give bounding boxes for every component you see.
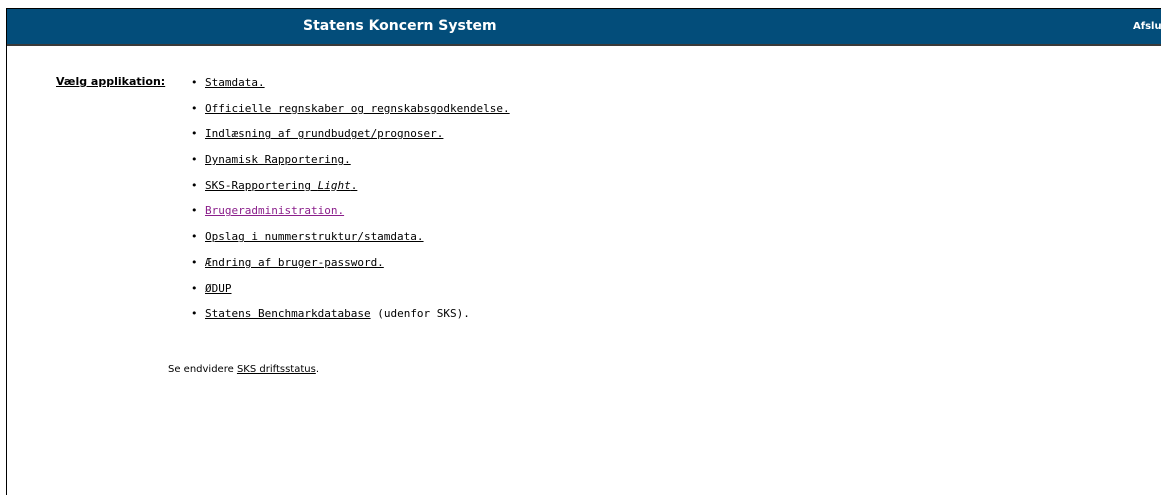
bullet-icon: • [191, 101, 198, 115]
app-link-officielle-regnskaber[interactable]: Officielle regnskaber og regnskabsgodken… [205, 102, 510, 115]
see-also-prefix: Se endvidere [168, 364, 237, 375]
bullet-icon: • [191, 281, 198, 295]
see-also-line: Se endvidere SKS driftsstatus. [168, 364, 319, 375]
list-item: • Ændring af bruger-password. [191, 256, 510, 282]
bullet-icon: • [191, 76, 198, 89]
app-title: Statens Koncern System [303, 18, 497, 34]
page-frame: Statens Koncern System Afslut [6, 8, 1161, 495]
choose-application-label: Vælg applikation: [56, 75, 166, 88]
exit-link[interactable]: Afslut [1133, 21, 1161, 32]
list-item: • Statens Benchmarkdatabase (udenfor SKS)… [191, 307, 510, 333]
bullet-icon: • [191, 307, 198, 321]
see-also-suffix: . [315, 364, 319, 375]
app-link-label: SKS-Rapportering [205, 178, 318, 192]
app-link-aendring-password[interactable]: Ændring af bruger-password. [205, 256, 384, 269]
app-link-sks-rapportering-light[interactable]: SKS-Rapportering Light. [205, 179, 357, 192]
app-link-opslag-nummerstruktur[interactable]: Opslag i nummerstruktur/stamdata. [205, 230, 424, 243]
app-link-odup[interactable]: ØDUP [205, 282, 232, 295]
list-item: • Stamdata. [191, 76, 510, 102]
app-link-label-end: . [350, 178, 358, 192]
app-link-indlaesning[interactable]: Indlæsning af grundbudget/prognoser. [205, 127, 443, 140]
list-item: • Indlæsning af grundbudget/prognoser. [191, 127, 510, 153]
app-link-brugeradministration[interactable]: Brugeradministration. [205, 204, 344, 217]
application-list: • Stamdata. • Officielle regnskaber og reg… [191, 76, 510, 333]
bullet-icon: • [191, 255, 198, 269]
app-link-label-italic: Light [317, 178, 351, 192]
list-item: • Dynamisk Rapportering. [191, 153, 510, 179]
list-item: • ØDUP [191, 282, 510, 308]
bullet-icon: • [191, 153, 198, 167]
list-item: • Officielle regnskaber og regnskabsgodke… [191, 102, 510, 128]
bullet-icon: • [191, 178, 198, 192]
app-link-stamdata[interactable]: Stamdata. [205, 76, 265, 89]
header-bar: Statens Koncern System Afslut [7, 9, 1161, 46]
bullet-icon: • [191, 127, 198, 141]
list-item: • Opslag i nummerstruktur/stamdata. [191, 230, 510, 256]
list-item: • SKS-Rapportering Light. [191, 179, 510, 205]
bullet-icon: • [191, 230, 198, 244]
app-link-note: (udenfor SKS). [370, 307, 470, 321]
bullet-icon: • [191, 204, 198, 218]
list-item: • Brugeradministration. [191, 204, 510, 230]
app-link-benchmarkdatabase[interactable]: Statens Benchmarkdatabase [205, 307, 371, 320]
sks-driftsstatus-link[interactable]: SKS driftsstatus [237, 364, 316, 375]
app-link-dynamisk-rapportering[interactable]: Dynamisk Rapportering. [205, 153, 351, 166]
